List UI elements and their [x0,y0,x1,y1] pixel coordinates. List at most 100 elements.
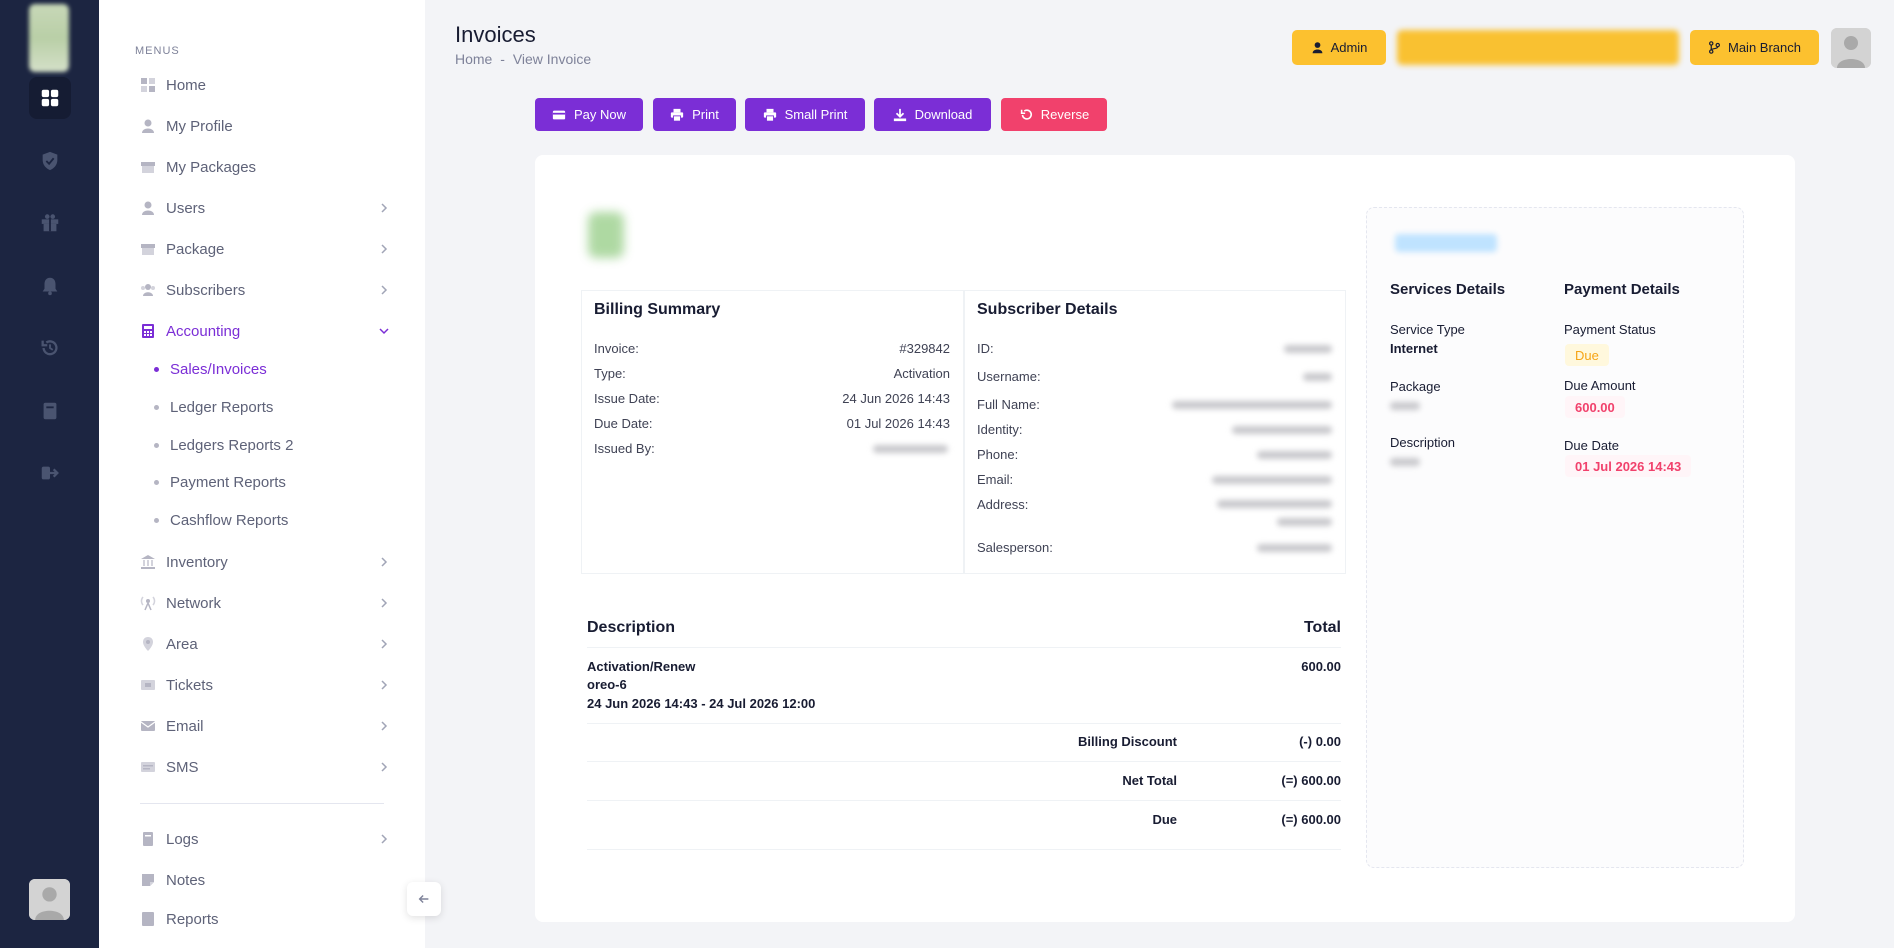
redacted-full-name [1172,401,1332,409]
due-amount-label: Due Amount [1564,378,1636,393]
billing-discount-label: Billing Discount [1078,734,1177,749]
sidebar-item-users[interactable]: Users [140,195,390,221]
admin-button[interactable]: Admin [1292,30,1386,65]
branch-label: Main Branch [1728,40,1801,55]
username-label: Username: [977,369,1041,384]
sidebar-item-label: Package [166,240,225,258]
dashboard-icon[interactable] [29,77,71,119]
sidebar-item-my-packages[interactable]: My Packages [140,154,390,180]
sidebar-item-email[interactable]: Email [140,713,390,739]
sidebar-item-accounting[interactable]: Accounting [140,318,390,344]
envelope-icon [140,718,156,734]
item-type: Activation/Renew [587,659,696,674]
history-icon[interactable] [29,327,71,369]
table-divider [587,849,1341,850]
download-label: Download [914,107,973,122]
issue-date-value: 24 Jun 2026 14:43 [842,391,950,406]
branch-selector-button[interactable]: Main Branch [1690,30,1819,65]
invoice-type-label: Type: [594,366,626,381]
breadcrumb-separator: - [500,51,505,67]
breadcrumb-home[interactable]: Home [455,51,492,67]
identity-label: Identity: [977,422,1023,437]
sidebar-item-network[interactable]: Network [140,590,390,616]
bullet-icon [154,442,159,448]
page-title: Invoices [455,22,536,47]
arrow-left-icon [418,895,429,903]
invoice-number-label: Invoice: [594,341,639,356]
chevron-right-icon [381,598,388,608]
salesperson-label: Salesperson: [977,540,1053,555]
book-icon[interactable] [29,390,71,432]
download-button[interactable]: Download [874,98,991,131]
small-print-label: Small Print [784,107,848,122]
gift-icon[interactable] [29,202,71,244]
sidebar-item-label: Network [166,594,222,612]
chevron-down-icon [379,328,389,335]
invoice-number-value: #329842 [899,341,950,356]
services-details-title: Services Details [1390,281,1506,298]
menu-section-title: MENUS [135,45,180,57]
user-icon [140,118,156,134]
due-date-badge: 01 Jul 2026 14:43 [1565,455,1692,477]
description-label: Description [1390,435,1456,450]
sidebar-item-my-profile[interactable]: My Profile [140,113,390,139]
sidebar-item-home[interactable]: Home [140,72,390,98]
sidebar-item-reports[interactable]: Reports [140,908,390,930]
app-logo[interactable] [29,4,69,72]
sidebar-collapse-button[interactable] [407,882,441,916]
ticket-icon [140,677,156,693]
bell-icon[interactable] [29,265,71,307]
sidebar-item-package[interactable]: Package [140,236,390,262]
sidebar-sub-label: Payment Reports [170,473,286,491]
shield-check-icon[interactable] [29,140,71,182]
sidebar-sub-ledgers-reports-2[interactable]: Ledgers Reports 2 [154,433,293,457]
logout-icon[interactable] [29,452,71,494]
redacted-header-button[interactable] [1397,30,1679,65]
sidebar-sub-sales-invoices[interactable]: Sales/Invoices [154,357,267,381]
sidebar-item-tickets[interactable]: Tickets [140,672,390,698]
sidebar-item-label: Users [166,199,206,217]
chevron-right-icon [381,721,388,731]
item-period: 24 Jun 2026 14:43 - 24 Jul 2026 12:00 [587,696,816,711]
sidebar-item-inventory[interactable]: Inventory [140,549,390,575]
package-label: Package [1390,379,1441,394]
sidebar-sub-label: Cashflow Reports [170,511,289,529]
box-icon [140,241,156,257]
admin-label: Admin [1330,40,1368,55]
pay-now-button[interactable]: Pay Now [535,98,643,131]
sidebar-item-area[interactable]: Area [140,631,390,657]
icon-rail [0,0,99,948]
sidebar-item-label: My Packages [166,158,257,176]
sidebar-item-sms[interactable]: SMS [140,754,390,780]
sms-icon [140,759,156,775]
user-icon [140,200,156,216]
user-avatar[interactable] [1831,28,1871,68]
service-type-value: Internet [1390,341,1438,356]
due-date-label: Due Date: [594,416,653,431]
rail-avatar[interactable] [29,879,70,920]
total-header: Total [1303,619,1341,636]
sidebar-item-notes[interactable]: Notes [140,867,390,893]
sidebar-sub-payment-reports[interactable]: Payment Reports [154,470,286,494]
printer-icon [763,108,776,122]
sidebar-item-subscribers[interactable]: Subscribers [140,277,390,303]
issue-date-label: Issue Date: [594,391,660,406]
sidebar-item-label: Reports [166,910,219,928]
table-divider [587,647,1341,648]
full-name-label: Full Name: [977,397,1040,412]
small-print-button[interactable]: Small Print [745,98,865,131]
redacted-package [1390,402,1420,410]
service-type-label: Service Type [1390,322,1465,337]
due-date-value: 01 Jul 2026 14:43 [846,416,950,431]
print-button[interactable]: Print [653,98,736,131]
git-branch-icon [1709,41,1720,54]
chevron-right-icon [381,203,388,213]
due-date-summary-label: Due Date [1564,438,1619,453]
sidebar-sub-cashflow-reports[interactable]: Cashflow Reports [154,508,288,532]
sidebar-sub-ledger-reports[interactable]: Ledger Reports [154,395,273,419]
redacted-salesperson [1257,544,1332,552]
reverse-button[interactable]: Reverse [1001,98,1107,131]
chevron-right-icon [381,680,388,690]
chevron-right-icon [381,834,388,844]
sidebar-item-logs[interactable]: Logs [140,826,390,852]
